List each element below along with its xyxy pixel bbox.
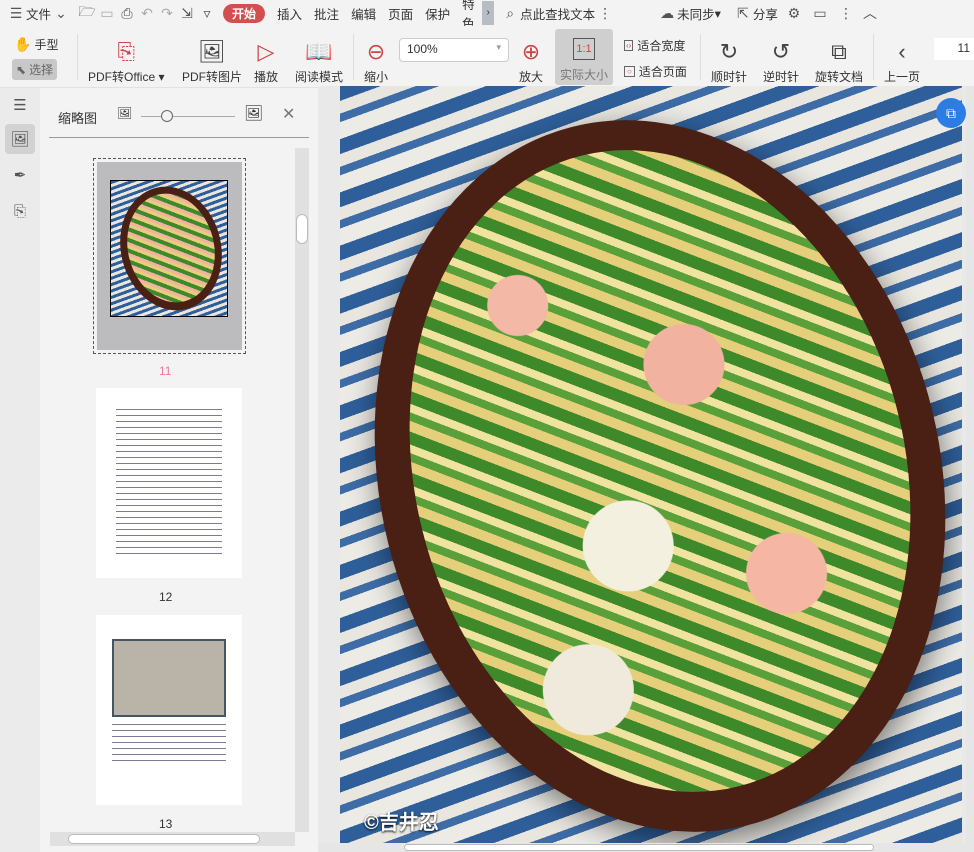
page-label: 13	[159, 817, 173, 831]
actual-size-button[interactable]: 1:1 实际大小	[555, 29, 613, 85]
pdf-to-office-button[interactable]: ⎘ PDF转Office ▾	[88, 29, 165, 85]
page-label: 11	[159, 364, 172, 378]
fit-page-button[interactable]: ○ 适合页面	[624, 63, 687, 80]
pdf-to-word-icon: ⎘	[117, 39, 136, 64]
share-icon: ⇱	[737, 4, 749, 21]
fit-width-button[interactable]: ‹› 适合宽度	[624, 37, 685, 54]
select-tool-button[interactable]: ⬉ 选择	[12, 59, 58, 80]
sync-button[interactable]: ☁ 未同步 ▾	[651, 0, 727, 26]
watermark: ©吉井忍	[364, 812, 439, 834]
zoom-out-button[interactable]: ⊖ 缩小	[364, 29, 388, 85]
image-icon: 🖼	[198, 39, 226, 64]
hand-icon: ✋	[14, 36, 32, 52]
more-dropdown-icon[interactable]: ▿	[197, 5, 217, 22]
chevron-left-icon: ‹	[898, 39, 906, 64]
share-button[interactable]: ⇱ 分享	[727, 0, 784, 26]
comment-icon[interactable]: ▭	[810, 5, 830, 22]
redo-icon[interactable]: ↷	[157, 5, 177, 22]
ribbon-toolbar: ✋ 手型 ⬉ 选择 ⎘ PDF转Office ▾ 🖼 PDF转图片 ▷ 播放 📖 阅读模式 …	[0, 26, 974, 88]
print-icon[interactable]: ⎙	[117, 5, 137, 22]
sidebar-rail: ☰ 🖼 ✒ ⎘	[0, 88, 40, 852]
document-vscrollbar[interactable]	[966, 86, 974, 843]
rotate-counterclockwise-icon: ↺	[771, 39, 791, 64]
fit-page-icon: ○	[624, 66, 635, 77]
zoom-out-icon: ⊖	[366, 39, 386, 64]
book-icon: 📖	[305, 39, 333, 64]
more-vertical-icon: ⋮	[598, 4, 613, 21]
slider-handle[interactable]	[161, 110, 173, 122]
floating-convert-button[interactable]: ⧉	[936, 98, 966, 128]
actual-size-icon: 1:1	[573, 38, 595, 60]
menu-bar: ☰ 文件 ⌄ 🗁 ▭ ⎙ ↶ ↷ ⇲ ▿ 开始 插入 批注 编辑 页面 保护 特色 …	[0, 0, 974, 26]
search-box[interactable]: ⌕ 点此查找文本 ⋮	[494, 0, 621, 26]
extract-icon[interactable]: ⎘	[5, 196, 35, 226]
small-thumbnail-icon[interactable]: 🖼	[117, 106, 132, 120]
tab-insert[interactable]: 插入	[271, 0, 308, 26]
export-icon[interactable]: ⇲	[177, 5, 197, 22]
thumbnail-page-12[interactable]	[96, 388, 242, 578]
close-icon[interactable]: ✕	[282, 104, 295, 124]
more-icon[interactable]: ⋮	[836, 5, 856, 22]
play-icon: ▷	[257, 39, 275, 64]
tab-page[interactable]: 页面	[382, 0, 419, 26]
zoom-in-icon: ⊕	[521, 39, 541, 64]
thumbnail-page-11[interactable]	[93, 158, 246, 354]
rotate-counterclockwise-button[interactable]: ↺ 逆时针	[763, 29, 799, 85]
read-mode-button[interactable]: 📖 阅读模式	[295, 29, 343, 85]
tab-annotate[interactable]: 批注	[308, 0, 345, 26]
hand-tool-button[interactable]: ✋ 手型	[14, 36, 58, 53]
large-thumbnail-icon[interactable]: 🖼	[244, 104, 263, 122]
thumbnail-panel: 缩略图 🖼 🖼 ✕ 11 12 13	[40, 88, 318, 852]
thumbnail-page-13[interactable]	[96, 615, 242, 805]
outline-icon[interactable]: ☰	[5, 90, 35, 120]
page-number-input[interactable]: 11	[934, 38, 974, 60]
thumbnail-scrollbar[interactable]	[295, 148, 309, 832]
tab-edit[interactable]: 编辑	[345, 0, 382, 26]
undo-icon[interactable]: ↶	[137, 5, 157, 22]
fit-width-icon: ‹›	[624, 40, 634, 51]
pdf-to-image-button[interactable]: 🖼 PDF转图片	[182, 29, 242, 85]
thumbnail-hscrollbar[interactable]	[50, 832, 295, 846]
prev-page-button[interactable]: ‹ 上一页	[884, 29, 920, 85]
open-folder-icon[interactable]: 🗁	[77, 1, 97, 25]
save-icon[interactable]: ▭	[97, 5, 117, 22]
tab-features[interactable]: 特色	[456, 0, 482, 26]
search-icon: ⌕	[506, 4, 515, 21]
page-image: ©吉井忍	[340, 86, 962, 843]
chevron-down-icon: ⌄	[55, 4, 67, 21]
gear-icon[interactable]: ⚙	[784, 5, 804, 22]
collapse-ribbon-icon[interactable]: ︿	[860, 3, 880, 23]
rotate-clockwise-icon: ↻	[719, 39, 739, 64]
cloud-icon: ☁	[660, 4, 675, 21]
document-hscrollbar[interactable]	[318, 843, 974, 852]
zoom-select[interactable]: 100% ▾	[399, 38, 509, 62]
rotate-clockwise-button[interactable]: ↻ 顺时针	[711, 29, 747, 85]
tabs-scroll-right[interactable]: ›	[482, 1, 495, 25]
chevron-down-icon: ▾	[496, 42, 501, 52]
rotate-document-button[interactable]: ⧉ 旋转文档	[815, 29, 863, 85]
tab-start[interactable]: 开始	[223, 3, 266, 23]
thumbnail-icon[interactable]: 🖼	[5, 124, 35, 154]
annotation-pen-icon[interactable]: ✒	[5, 160, 35, 190]
thumbnail-size-slider[interactable]	[141, 110, 235, 122]
zoom-in-button[interactable]: ⊕ 放大	[519, 29, 543, 85]
hamburger-icon: ☰	[9, 4, 23, 21]
tab-protect[interactable]: 保护	[419, 0, 456, 26]
panel-title: 缩略图	[58, 111, 98, 126]
file-menu[interactable]: ☰ 文件 ⌄	[0, 0, 77, 26]
cursor-icon: ⬉	[16, 62, 27, 77]
play-button[interactable]: ▷ 播放	[254, 29, 278, 85]
rotate-document-icon: ⧉	[831, 39, 847, 64]
page-label: 12	[159, 590, 173, 604]
